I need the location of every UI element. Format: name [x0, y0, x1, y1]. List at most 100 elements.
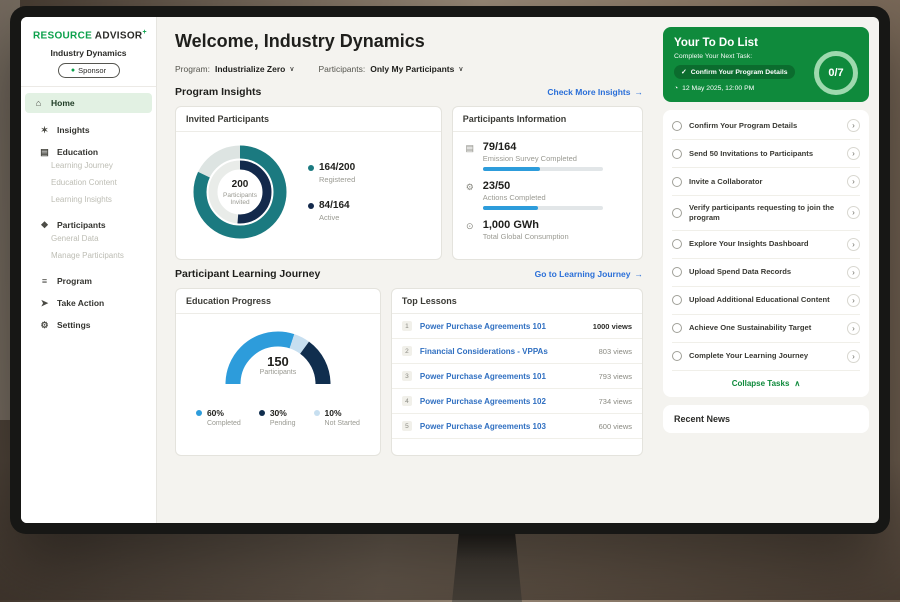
todo-progress-value: 0/7 [828, 67, 843, 79]
chevron-right-icon: › [852, 352, 855, 361]
sidebar-item-icon: ➤ [39, 299, 50, 308]
task-checkbox[interactable] [672, 295, 682, 305]
stat-value: 79/164 [483, 141, 603, 153]
task-checkbox[interactable] [672, 351, 682, 361]
task-row[interactable]: Send 50 Invitations to Participants › [672, 140, 860, 168]
go-to-learning-journey-link[interactable]: Go to Learning Journey → [535, 269, 643, 279]
check-more-insights-link[interactable]: Check More Insights → [547, 87, 643, 97]
filter-label: Participants: [318, 64, 365, 74]
sidebar-item[interactable]: ▤ Education [21, 135, 156, 157]
task-chevron-button[interactable]: › [847, 206, 860, 219]
task-row[interactable]: Complete Your Learning Journey › [672, 343, 860, 371]
donut-center-value: 200 [232, 179, 249, 190]
task-chevron-button[interactable]: › [847, 119, 860, 132]
lesson-views: 803 views [599, 347, 632, 356]
lesson-rank: 5 [402, 421, 412, 431]
stat-row: ⚙ 23/50 Actions Completed [465, 180, 630, 210]
chevron-down-icon: ∨ [289, 65, 294, 73]
lesson-link[interactable]: Power Purchase Agreements 101 [420, 322, 585, 331]
task-row[interactable]: Upload Spend Data Records › [672, 259, 860, 287]
progress-bar [483, 167, 603, 171]
task-chevron-button[interactable]: › [847, 175, 860, 188]
todo-next-task[interactable]: ✓ Confirm Your Program Details [674, 65, 795, 79]
filter-select[interactable]: Participants: Only My Participants ∨ [318, 64, 463, 74]
sidebar-item[interactable]: General Data [21, 230, 156, 247]
gauge-center-label: 150 Participants [218, 354, 338, 376]
task-label: Send 50 Invitations to Participants [689, 149, 840, 159]
legend-value: 164/200 [319, 162, 355, 173]
task-checkbox[interactable] [672, 121, 682, 131]
task-checkbox[interactable] [672, 267, 682, 277]
legend-item: 164/200 Registered [308, 162, 355, 184]
organization-name: Industry Dynamics [21, 48, 156, 58]
stat-icon: ▤ [465, 141, 475, 171]
sidebar-item[interactable]: Learning Insights [21, 191, 156, 208]
task-checkbox[interactable] [672, 239, 682, 249]
chevron-down-icon: ∨ [458, 65, 463, 73]
task-chevron-button[interactable]: › [847, 238, 860, 251]
legend-value: 60% [207, 408, 224, 418]
task-row[interactable]: Explore Your Insights Dashboard › [672, 231, 860, 259]
sidebar-item[interactable]: ✶ Insights [21, 113, 156, 135]
chevron-up-icon: ∧ [794, 379, 800, 388]
task-row[interactable]: Invite a Collaborator › [672, 168, 860, 196]
task-row[interactable]: Upload Additional Educational Content › [672, 287, 860, 315]
stat-label: Total Global Consumption [483, 232, 569, 241]
sidebar-item[interactable]: ⚙ Settings [21, 308, 156, 330]
sidebar-item-label: Education Content [51, 178, 117, 187]
learning-journey-header: Participant Learning Journey Go to Learn… [175, 268, 643, 280]
lesson-row[interactable]: 2 Financial Considerations - VPPAs 803 v… [392, 339, 642, 364]
collapse-tasks-button[interactable]: Collapse Tasks ∧ [672, 371, 860, 395]
main-content: Welcome, Industry Dynamics Program: Indu… [157, 17, 657, 523]
legend-label: Pending [270, 420, 296, 427]
task-chevron-button[interactable]: › [847, 266, 860, 279]
sidebar-item[interactable]: ➤ Take Action [21, 286, 156, 308]
task-checkbox[interactable] [672, 177, 682, 187]
donut-legend: 164/200 Registered 84/164 Active [308, 162, 355, 222]
task-row[interactable]: Achieve One Sustainability Target › [672, 315, 860, 343]
todo-summary-card: Your To Do List Complete Your Next Task:… [663, 27, 869, 102]
lesson-views: 793 views [599, 372, 632, 381]
lesson-link[interactable]: Power Purchase Agreements 101 [420, 372, 591, 381]
progress-bar-fill [483, 206, 538, 210]
sidebar-item-label: Settings [57, 320, 91, 330]
lesson-row[interactable]: 4 Power Purchase Agreements 102 734 view… [392, 389, 642, 414]
filter-value: Only My Participants [370, 64, 454, 74]
sidebar-item-icon: ✶ [39, 126, 50, 135]
task-chevron-button[interactable]: › [847, 147, 860, 160]
lesson-row[interactable]: 5 Power Purchase Agreements 103 600 view… [392, 414, 642, 439]
chevron-right-icon: › [852, 149, 855, 158]
task-row[interactable]: Verify participants requesting to join t… [672, 196, 860, 231]
task-checkbox[interactable] [672, 323, 682, 333]
donut-chart-area: 200 Participants Invited 164/200 Registe… [176, 132, 441, 252]
sidebar-item[interactable]: Education Content [21, 174, 156, 191]
task-checkbox[interactable] [672, 149, 682, 159]
card-title: Education Progress [176, 289, 380, 314]
lesson-link[interactable]: Power Purchase Agreements 103 [420, 422, 591, 431]
sidebar-item[interactable]: ⌂ Home [25, 93, 152, 113]
task-label: Invite a Collaborator [689, 177, 840, 187]
sidebar-item-label: Home [51, 98, 75, 108]
task-checkbox[interactable] [672, 208, 682, 218]
lesson-link[interactable]: Power Purchase Agreements 102 [420, 397, 591, 406]
task-chevron-button[interactable]: › [847, 350, 860, 363]
sidebar-item[interactable]: ≡ Program [21, 264, 156, 286]
sidebar-item[interactable]: Manage Participants [21, 247, 156, 264]
card-title: Participants Information [453, 107, 642, 132]
check-icon: ✓ [681, 68, 687, 76]
task-row[interactable]: Confirm Your Program Details › [672, 112, 860, 140]
task-chevron-button[interactable]: › [847, 322, 860, 335]
lesson-link[interactable]: Financial Considerations - VPPAs [420, 347, 591, 356]
chevron-right-icon: › [852, 177, 855, 186]
lesson-row[interactable]: 1 Power Purchase Agreements 101 1000 vie… [392, 314, 642, 339]
legend-label: Not Started [325, 420, 360, 427]
sidebar-item[interactable]: ❖ Participants [21, 208, 156, 230]
donut-center-caption: Participants Invited [216, 192, 264, 206]
stat-icon: ⊙ [465, 219, 475, 245]
filter-select[interactable]: Program: Industrialize Zero ∨ [175, 64, 294, 74]
stat-value: 1,000 GWh [483, 219, 569, 231]
lesson-row[interactable]: 3 Power Purchase Agreements 101 793 view… [392, 364, 642, 389]
task-chevron-button[interactable]: › [847, 294, 860, 307]
sidebar-item[interactable]: Learning Journey [21, 157, 156, 174]
legend-dot-icon [308, 165, 314, 171]
